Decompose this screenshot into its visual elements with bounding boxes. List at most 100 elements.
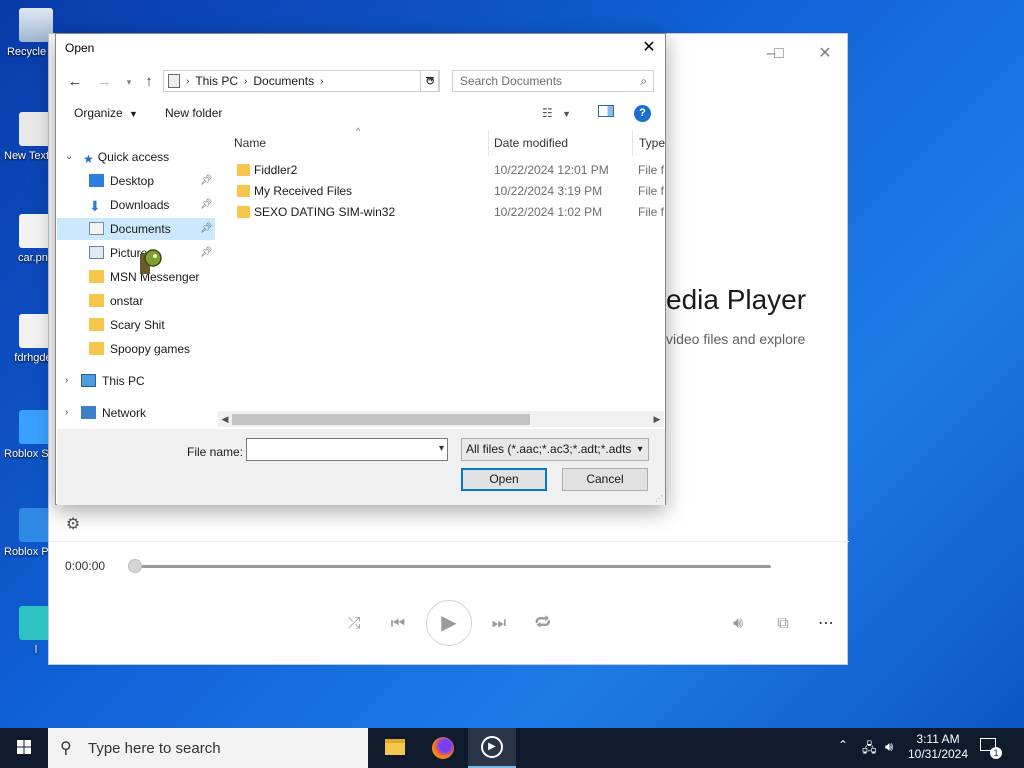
chevron-down-icon[interactable]: ⌄ xyxy=(65,146,73,168)
preview-pane-button[interactable] xyxy=(598,105,614,120)
folder-icon xyxy=(237,164,250,176)
chevron-down-icon[interactable]: ▾ xyxy=(439,443,444,454)
repeat-icon[interactable]: 🔁︎ xyxy=(528,609,558,639)
file-row[interactable]: SEXO DATING SIM-win32 10/22/2024 1:02 PM… xyxy=(232,202,664,223)
nav-this-pc[interactable]: › This PC xyxy=(57,370,215,392)
pin-icon: 📌︎ xyxy=(200,175,213,186)
nav-item-desktop[interactable]: Desktop 📌︎ xyxy=(57,170,215,192)
forward-button[interactable]: → xyxy=(93,71,115,93)
volume-icon[interactable]: 🔊︎ xyxy=(723,609,753,639)
search-icon: ⌕ xyxy=(640,74,647,88)
file-type: File fo xyxy=(638,205,664,219)
dialog-close-button[interactable]: ✕ xyxy=(633,34,665,62)
column-divider xyxy=(632,130,633,156)
open-button[interactable]: Open xyxy=(461,468,547,491)
nav-label: Scary Shit xyxy=(110,318,165,332)
scroll-right-icon[interactable]: ▶ xyxy=(650,411,664,427)
start-button[interactable] xyxy=(0,728,48,768)
arrow-right-icon: → xyxy=(96,73,112,90)
file-date: 10/22/2024 3:19 PM xyxy=(494,184,603,198)
horizontal-scrollbar[interactable]: ◀ ▶ xyxy=(218,411,664,427)
firefox-icon xyxy=(432,737,454,759)
playback-time: 0:00:00 xyxy=(65,559,106,573)
taskbar: ⚲ Type here to search ▶ ⌃ 🖧︎ 🔊︎ 3:11 AM … xyxy=(0,728,1024,768)
file-type-filter[interactable]: All files (*.aac;*.ac3;*.adt;*.adts; ▾ xyxy=(461,438,649,461)
seek-bar[interactable] xyxy=(133,565,771,568)
recent-locations-button[interactable]: ▾ xyxy=(118,71,140,93)
close-button[interactable]: ✕ xyxy=(803,40,847,68)
file-row[interactable]: My Received Files 10/22/2024 3:19 PM Fil… xyxy=(232,181,664,202)
nav-item-downloads[interactable]: ⬇ Downloads 📌︎ xyxy=(57,194,215,216)
miniplayer-icon[interactable]: ⧉ xyxy=(768,609,798,639)
nav-label: Quick access xyxy=(97,150,170,164)
resize-grip-icon[interactable]: ⋰ xyxy=(655,494,663,503)
chevron-down-icon: ▼ xyxy=(129,109,138,119)
file-date: 10/22/2024 1:02 PM xyxy=(494,205,603,219)
file-name: SEXO DATING SIM-win32 xyxy=(254,205,396,219)
scroll-left-icon[interactable]: ◀ xyxy=(218,411,232,427)
shuffle-icon[interactable]: ⤮ xyxy=(339,609,369,639)
desktop-icon xyxy=(89,174,104,187)
up-button[interactable]: ↑ xyxy=(138,71,160,93)
chevron-right-icon[interactable]: › xyxy=(65,402,68,424)
breadcrumb-separator-icon: › xyxy=(320,75,324,87)
taskbar-file-explorer[interactable] xyxy=(371,728,419,768)
chevron-down-icon: ▾ xyxy=(126,77,132,87)
taskbar-clock[interactable]: 3:11 AM 10/31/2024 xyxy=(903,732,973,762)
new-folder-button[interactable]: New folder xyxy=(165,106,222,120)
column-header-date-modified[interactable]: Date modified xyxy=(494,136,568,150)
chevron-down-icon: ▼ xyxy=(562,109,572,119)
player-welcome-subtitle: video files and explore xyxy=(666,331,806,347)
windows-logo-icon xyxy=(17,740,31,754)
volume-tray-icon[interactable]: 🔊︎ xyxy=(885,739,893,755)
back-button[interactable]: ← xyxy=(64,71,86,93)
network-icon xyxy=(81,406,96,419)
nav-item-onstar[interactable]: onstar xyxy=(57,290,215,312)
dialog-footer: File name: ▾ All files (*.aac;*.ac3;*.ad… xyxy=(57,429,665,505)
sort-arrow-icon: ^ xyxy=(356,126,361,136)
download-icon: ⬇ xyxy=(89,198,101,214)
nav-item-msn-messenger[interactable]: MSN Messenger xyxy=(57,266,215,288)
help-icon[interactable]: ? xyxy=(634,105,651,122)
next-icon[interactable]: ⏭ xyxy=(484,609,514,639)
previous-icon[interactable]: ⏮ xyxy=(383,609,413,639)
play-button[interactable]: ▶ xyxy=(426,600,472,646)
column-header-name[interactable]: Name xyxy=(234,136,266,150)
documents-location-icon xyxy=(168,74,180,88)
nav-label: This PC xyxy=(102,374,145,388)
maximize-button[interactable]: □ xyxy=(757,40,801,68)
seek-handle[interactable] xyxy=(128,559,142,573)
breadcrumb-this-pc[interactable]: This PC xyxy=(195,74,238,88)
nav-item-documents[interactable]: Documents 📌︎ xyxy=(57,218,215,240)
nav-item-spoopy-games[interactable]: Spoopy games xyxy=(57,338,215,360)
organize-button[interactable]: Organize ▼ xyxy=(74,106,138,120)
view-options-button[interactable]: ☷ ▼ xyxy=(542,106,571,120)
nav-quick-access[interactable]: ⌄ ★ Quick access xyxy=(57,146,215,168)
more-icon[interactable]: ⋯ xyxy=(811,609,841,639)
taskbar-search-box[interactable]: ⚲ Type here to search xyxy=(48,728,368,768)
clock-time: 3:11 AM xyxy=(916,732,960,746)
file-name-input[interactable]: ▾ xyxy=(246,438,448,461)
settings-icon[interactable]: ⚙ xyxy=(63,514,83,534)
address-bar[interactable]: › This PC › Documents › ▾ xyxy=(163,70,439,92)
notification-count-badge: 1 xyxy=(990,747,1002,759)
breadcrumb-documents[interactable]: Documents xyxy=(253,74,314,88)
taskbar-firefox[interactable] xyxy=(419,728,467,768)
file-row[interactable]: Fiddler2 10/22/2024 12:01 PM File fo xyxy=(232,160,664,181)
chevron-right-icon[interactable]: › xyxy=(65,370,68,392)
scrollbar-thumb[interactable] xyxy=(232,414,530,425)
chevron-up-icon: ⌃ xyxy=(838,738,849,752)
network-tray-icon[interactable]: 🖧︎ xyxy=(862,739,877,761)
nav-network[interactable]: › Network xyxy=(57,402,215,424)
notification-center-button[interactable]: 1 xyxy=(980,738,1002,759)
show-hidden-icons-button[interactable]: ⌃ xyxy=(838,738,848,752)
nav-item-scary-shit[interactable]: Scary Shit xyxy=(57,314,215,336)
cancel-button[interactable]: Cancel xyxy=(562,468,648,491)
taskbar-media-player[interactable]: ▶ xyxy=(468,728,516,768)
folder-icon xyxy=(237,206,250,218)
search-input[interactable]: Search Documents ⌕ xyxy=(452,70,654,92)
nav-item-pictures[interactable]: Pictures 📌︎ xyxy=(57,242,215,264)
column-header-type[interactable]: Type xyxy=(639,136,665,150)
refresh-button[interactable]: ↻ xyxy=(420,70,440,92)
media-player-icon: ▶ xyxy=(481,736,503,758)
